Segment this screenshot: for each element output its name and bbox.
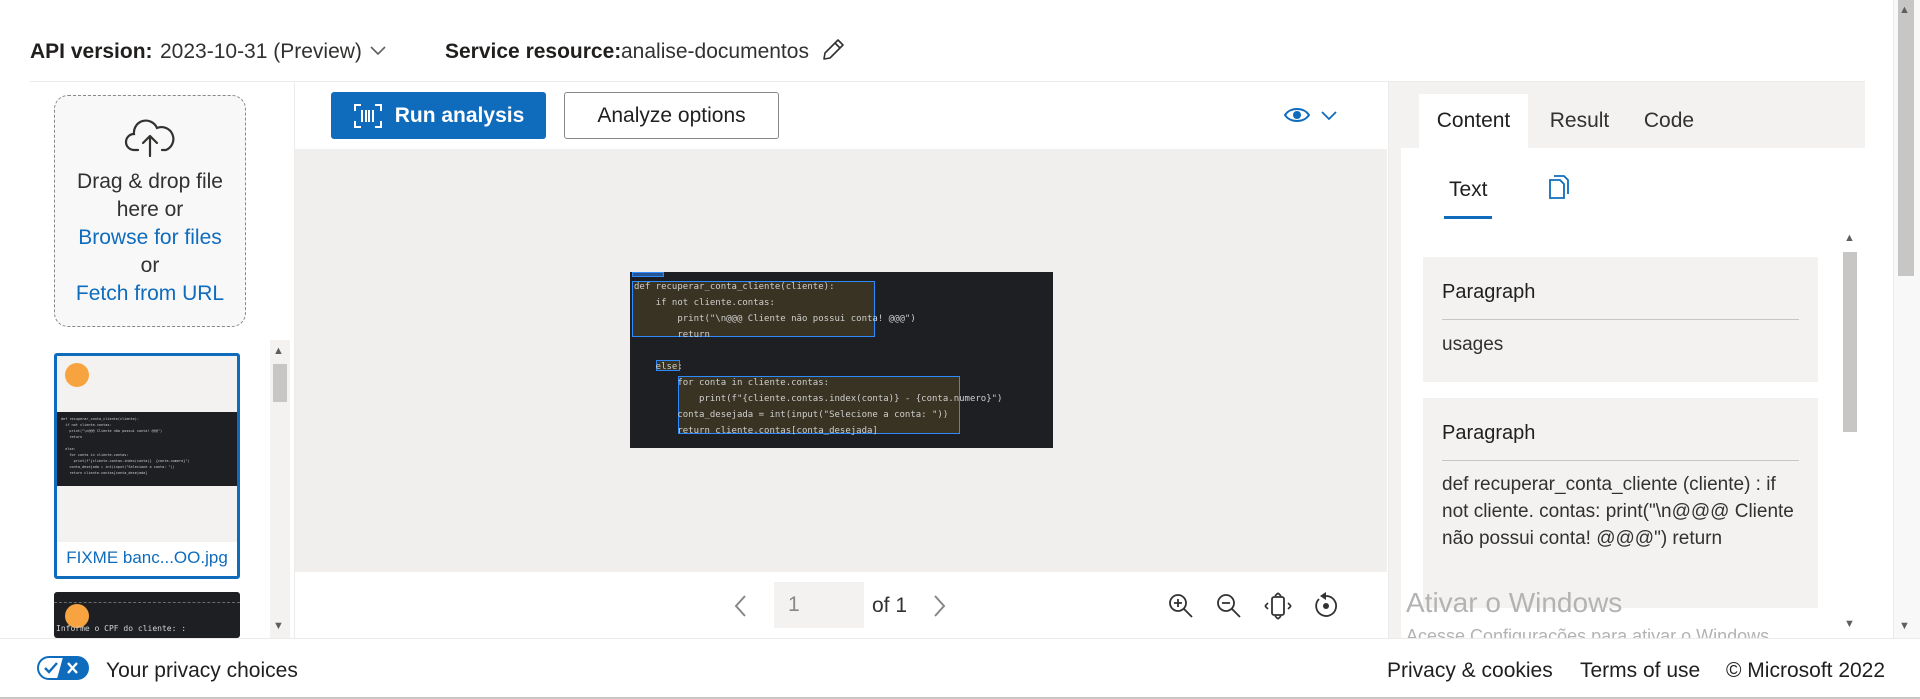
paragraph-text: usages: [1442, 334, 1504, 355]
code-line: return cliente.contas[conta_desejada]: [634, 426, 878, 436]
page-scroll-thumb[interactable]: [1898, 0, 1914, 276]
region-highlight: [632, 272, 664, 277]
activation-watermark-title: Ativar o Windows: [1406, 587, 1623, 618]
scroll-down-arrow-icon[interactable]: ▼: [273, 620, 284, 632]
code-line: for conta in cliente.contas:: [634, 378, 830, 388]
api-version-label: API version:: [30, 40, 153, 63]
run-analysis-button[interactable]: Run analysis: [331, 92, 546, 139]
dropzone-text-line2: here or: [116, 198, 184, 221]
analyze-options-button[interactable]: Analyze options: [564, 92, 779, 139]
eye-icon[interactable]: [1283, 104, 1311, 126]
service-resource-value: analise-documentos: [621, 40, 809, 63]
scan-icon: [353, 103, 382, 128]
chevron-down-icon[interactable]: [366, 38, 390, 62]
chevron-down-icon[interactable]: [1318, 104, 1340, 126]
scroll-down-arrow-icon[interactable]: ▼: [1899, 620, 1910, 632]
card-divider: [1442, 460, 1799, 461]
scroll-up-arrow-icon[interactable]: ▲: [273, 345, 284, 357]
thumbnail-image: def recuperar_conta_cliente(cliente): if…: [57, 412, 237, 486]
card-divider: [1442, 319, 1799, 320]
code-line: return: [634, 330, 710, 340]
file-preview-text: Informe o CPF do cliente: :: [56, 624, 187, 633]
subtab-active-indicator: [1444, 216, 1492, 219]
code-line: if not cliente.contas:: [634, 298, 775, 308]
scroll-up-arrow-icon[interactable]: ▲: [1899, 4, 1910, 16]
page-count: of 1: [872, 594, 908, 617]
edit-pencil-icon[interactable]: [820, 37, 846, 63]
copy-icon[interactable]: [1546, 175, 1570, 201]
scroll-up-arrow-icon[interactable]: ▲: [1844, 232, 1855, 244]
code-line: conta_desejada = int(input("Selecione a …: [634, 410, 949, 420]
page-number-input[interactable]: [774, 582, 864, 628]
code-line: print("\n@@@ Cliente não possui conta! @…: [634, 314, 916, 324]
cloud-upload-icon: [124, 119, 175, 158]
zoom-out-icon[interactable]: [1214, 591, 1244, 621]
chevron-left-icon[interactable]: [730, 592, 752, 620]
copyright-text: © Microsoft 2022: [1726, 659, 1886, 682]
code-line: def recuperar_conta_cliente(cliente):: [634, 282, 835, 292]
terms-of-use-link[interactable]: Terms of use: [1580, 659, 1700, 683]
privacy-cookies-link[interactable]: Privacy & cookies: [1387, 659, 1553, 683]
fetch-url-link[interactable]: Fetch from URL: [54, 280, 246, 308]
results-scroll-thumb[interactable]: [1843, 252, 1857, 432]
chevron-right-icon[interactable]: [928, 592, 950, 620]
run-analysis-label: Run analysis: [394, 103, 525, 127]
subtab-text[interactable]: Text: [1449, 178, 1488, 202]
tab-content[interactable]: Content: [1419, 94, 1528, 148]
file-name[interactable]: FIXME banc...OO.jpg: [57, 548, 237, 568]
paragraph-text: def recuperar_conta_cliente (cliente) : …: [1442, 474, 1794, 549]
document-page: def recuperar_conta_cliente(cliente): if…: [630, 272, 1053, 448]
zoom-in-icon[interactable]: [1166, 591, 1196, 621]
tab-result[interactable]: Result: [1532, 94, 1627, 148]
scroll-down-arrow-icon[interactable]: ▼: [1844, 618, 1855, 630]
service-resource-label: Service resource:: [445, 40, 622, 63]
api-version-value[interactable]: 2023-10-31 (Preview): [160, 40, 362, 64]
code-line: print(f"{cliente.contas.index(conta)} - …: [634, 394, 1003, 404]
privacy-choices-link[interactable]: Your privacy choices: [106, 659, 298, 683]
paragraph-title: Paragraph: [1442, 422, 1536, 444]
dropzone-text-line1: Drag & drop file: [77, 170, 223, 193]
status-dot: [65, 363, 89, 387]
file-list-scroll-thumb[interactable]: [273, 364, 287, 402]
tab-code[interactable]: Code: [1630, 94, 1708, 148]
thumbnail-margin-bottom: [57, 486, 237, 542]
browse-files-link[interactable]: Browse for files: [54, 224, 246, 252]
privacy-choices-icon[interactable]: [37, 656, 89, 680]
dropzone-or-text: or: [140, 254, 160, 277]
rotate-icon[interactable]: [1311, 591, 1341, 621]
code-line: else:: [634, 362, 683, 372]
fit-to-page-icon[interactable]: [1263, 591, 1293, 621]
paragraph-title: Paragraph: [1442, 281, 1536, 303]
